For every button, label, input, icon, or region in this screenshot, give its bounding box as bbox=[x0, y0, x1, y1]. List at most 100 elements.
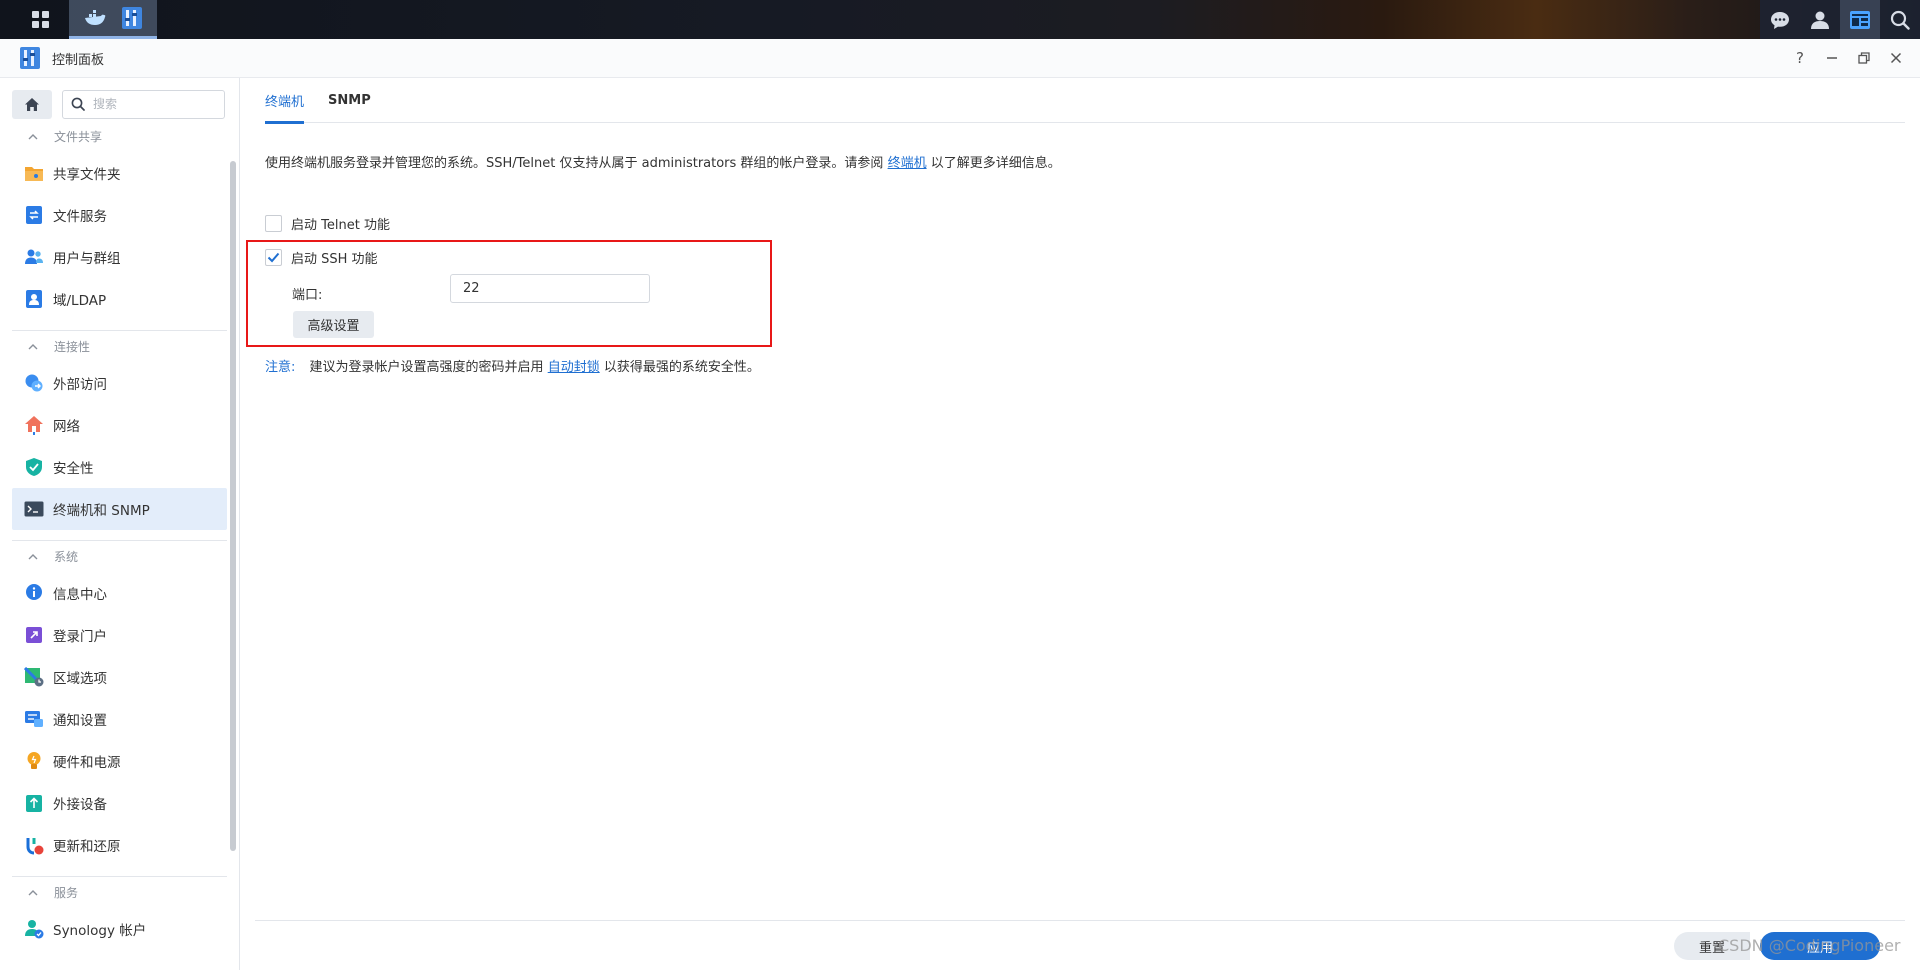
sidebar-item-network[interactable]: 网络 bbox=[0, 404, 227, 446]
sidebar-item-label: 区域选项 bbox=[53, 671, 107, 687]
ssh-option[interactable]: 启动 SSH 功能 bbox=[265, 248, 378, 267]
section-connectivity[interactable]: 连接性 bbox=[12, 330, 227, 362]
close-button[interactable] bbox=[1880, 39, 1912, 78]
external-access-icon bbox=[24, 373, 44, 393]
section-label: 系统 bbox=[54, 550, 79, 564]
telnet-option[interactable]: 启动 Telnet 功能 bbox=[265, 214, 390, 233]
sidebar: 文件共享 共享文件夹 文件服务 用户与群组 域/LDAP 连接性 外部访问 bbox=[0, 78, 240, 970]
widgets-button[interactable] bbox=[1840, 0, 1880, 39]
search-button[interactable] bbox=[1880, 0, 1920, 39]
advanced-settings-button[interactable]: 高级设置 bbox=[293, 311, 374, 338]
search-icon bbox=[71, 97, 85, 111]
sidebar-item-update-restore[interactable]: 更新和还原 bbox=[0, 824, 227, 866]
terminal-help-link[interactable]: 终端机 bbox=[888, 156, 927, 171]
sidebar-item-label: 外接设备 bbox=[53, 797, 107, 813]
control-panel-app-icon bbox=[18, 46, 42, 70]
sidebar-item-external-devices[interactable]: 外接设备 bbox=[0, 782, 227, 824]
sidebar-item-label: 外部访问 bbox=[53, 377, 107, 393]
taskbar-open-apps[interactable] bbox=[69, 0, 157, 39]
watermark: CSDN @CodingPioneer bbox=[1718, 936, 1901, 955]
sidebar-item-label: 终端机和 SNMP bbox=[53, 503, 150, 519]
tab-bar: 终端机 SNMP bbox=[265, 78, 1905, 124]
help-button[interactable]: ? bbox=[1784, 39, 1816, 78]
sidebar-item-regional-options[interactable]: 区域选项 bbox=[0, 656, 227, 698]
sidebar-item-label: 安全性 bbox=[53, 461, 94, 477]
home-button[interactable] bbox=[12, 89, 52, 119]
sidebar-item-external-access[interactable]: 外部访问 bbox=[0, 362, 227, 404]
section-services[interactable]: 服务 bbox=[12, 876, 227, 908]
minimize-button[interactable] bbox=[1816, 39, 1848, 78]
sidebar-item-label: 文件服务 bbox=[53, 209, 107, 225]
description-text: 使用终端机服务登录并管理您的系统。SSH/Telnet 仅支持从属于 admin… bbox=[265, 156, 884, 171]
checkmark-icon bbox=[267, 252, 280, 263]
home-icon bbox=[25, 97, 39, 111]
help-icon: ? bbox=[1796, 49, 1804, 67]
network-house-icon bbox=[24, 415, 44, 435]
chat-button[interactable] bbox=[1760, 0, 1800, 39]
chat-icon bbox=[1771, 11, 1789, 29]
description-text-end: 以了解更多详细信息。 bbox=[930, 156, 1061, 171]
sidebar-item-label: 共享文件夹 bbox=[53, 167, 121, 183]
control-panel-icon bbox=[122, 7, 142, 29]
sidebar-item-label: 网络 bbox=[53, 419, 80, 435]
lightbulb-icon bbox=[24, 751, 44, 771]
restore-button[interactable] bbox=[1848, 39, 1880, 78]
port-label: 端口: bbox=[292, 288, 323, 303]
notification-icon bbox=[24, 709, 44, 729]
window-controls: ? bbox=[1784, 39, 1912, 78]
sidebar-item-domain-ldap[interactable]: 域/LDAP bbox=[0, 278, 227, 320]
sidebar-item-login-portal[interactable]: 登录门户 bbox=[0, 614, 227, 656]
ssh-checkbox[interactable] bbox=[265, 249, 282, 266]
tab-label: SNMP bbox=[328, 93, 371, 108]
section-label: 文件共享 bbox=[54, 129, 103, 144]
sidebar-item-file-services[interactable]: 文件服务 bbox=[0, 194, 227, 236]
sidebar-item-shared-folder[interactable]: 共享文件夹 bbox=[0, 152, 227, 194]
sidebar-item-label: 硬件和电源 bbox=[53, 755, 121, 771]
note-text: 建议为登录帐户设置高强度的密码并启用 bbox=[309, 360, 544, 375]
search-icon bbox=[1890, 10, 1910, 30]
chevron-up-icon bbox=[28, 344, 38, 350]
chevron-up-icon bbox=[28, 133, 38, 139]
sidebar-scrollbar[interactable] bbox=[230, 161, 236, 851]
window-title: 控制面板 bbox=[52, 52, 105, 68]
user-button[interactable] bbox=[1800, 0, 1840, 39]
sidebar-item-info-center[interactable]: 信息中心 bbox=[0, 572, 227, 614]
sidebar-item-terminal-snmp[interactable]: 终端机和 SNMP bbox=[12, 488, 227, 530]
sidebar-item-users-groups[interactable]: 用户与群组 bbox=[0, 236, 227, 278]
sidebar-item-label: Synology 帐户 bbox=[53, 923, 147, 939]
update-restore-icon bbox=[24, 835, 44, 855]
info-icon bbox=[24, 583, 44, 603]
users-icon bbox=[24, 247, 44, 267]
chevron-up-icon bbox=[28, 554, 38, 560]
sidebar-item-security[interactable]: 安全性 bbox=[0, 446, 227, 488]
shield-icon bbox=[24, 457, 44, 477]
docker-whale-icon bbox=[85, 10, 106, 25]
tab-terminal[interactable]: 终端机 bbox=[265, 78, 305, 124]
section-file-sharing[interactable]: 文件共享 bbox=[0, 120, 239, 152]
security-note: 注意: 建议为登录帐户设置高强度的密码并启用 自动封锁 以获得最强的系统安全性。 bbox=[265, 356, 760, 375]
ssh-label: 启动 SSH 功能 bbox=[291, 252, 378, 267]
sidebar-item-notification[interactable]: 通知设置 bbox=[0, 698, 227, 740]
section-system[interactable]: 系统 bbox=[12, 540, 227, 572]
login-portal-icon bbox=[24, 625, 44, 645]
sidebar-search[interactable] bbox=[62, 89, 225, 119]
auto-block-link[interactable]: 自动封锁 bbox=[548, 360, 600, 375]
restore-icon bbox=[1858, 52, 1870, 64]
telnet-checkbox[interactable] bbox=[265, 215, 282, 232]
close-icon bbox=[1890, 52, 1902, 64]
sidebar-item-label: 信息中心 bbox=[53, 587, 107, 603]
terminal-icon bbox=[24, 499, 44, 519]
main-content: 终端机 SNMP 使用终端机服务登录并管理您的系统。SSH/Telnet 仅支持… bbox=[240, 78, 1920, 970]
tab-snmp[interactable]: SNMP bbox=[328, 78, 371, 123]
sidebar-item-label: 通知设置 bbox=[53, 713, 107, 729]
widgets-icon bbox=[1850, 10, 1870, 29]
main-menu-button[interactable] bbox=[12, 0, 69, 39]
port-input[interactable] bbox=[450, 274, 650, 303]
section-label: 连接性 bbox=[54, 340, 91, 354]
sidebar-item-synology-account[interactable]: Synology 帐户 bbox=[0, 908, 227, 950]
chevron-up-icon bbox=[28, 890, 38, 896]
search-input[interactable] bbox=[93, 97, 203, 111]
sidebar-item-hardware-power[interactable]: 硬件和电源 bbox=[0, 740, 227, 782]
external-device-icon bbox=[24, 793, 44, 813]
tab-label: 终端机 bbox=[265, 95, 305, 110]
